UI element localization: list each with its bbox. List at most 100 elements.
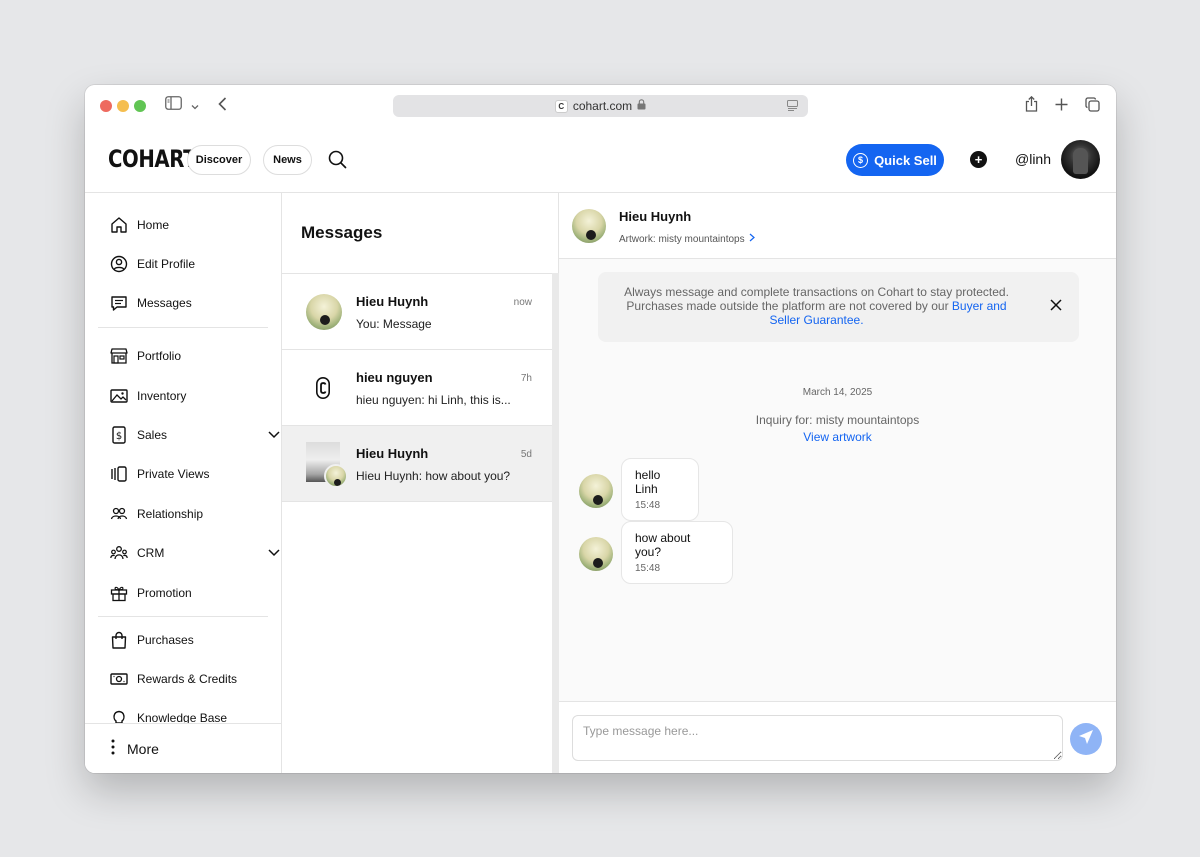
- message-bubble: hello Linh 15:48: [621, 458, 699, 521]
- sidebar-item-portfolio[interactable]: Portfolio: [109, 344, 259, 368]
- message-input[interactable]: [572, 715, 1063, 761]
- avatar: [324, 464, 348, 488]
- sidebar-item-rewards-credits[interactable]: Rewards & Credits: [109, 667, 259, 691]
- view-artwork-link[interactable]: View artwork: [559, 430, 1116, 444]
- search-icon[interactable]: [328, 150, 347, 174]
- conversation-name: Hieu Huynh: [356, 294, 429, 309]
- messages-panel: Messages Hieu Huynh now You: Message hie…: [282, 193, 559, 773]
- sidebar-item-crm[interactable]: CRM: [109, 541, 280, 565]
- chat-thread: Always message and complete transactions…: [559, 259, 1116, 701]
- group-icon: [109, 543, 129, 563]
- address-bar[interactable]: C cohart.com: [393, 95, 808, 117]
- conversation-item[interactable]: Hieu Huynh 5d Hieu Huynh: how about you?: [282, 426, 552, 502]
- home-icon: [109, 215, 129, 235]
- avatar: [579, 474, 613, 508]
- user-avatar[interactable]: [1061, 140, 1100, 179]
- discover-button[interactable]: Discover: [187, 145, 251, 175]
- more-vertical-icon: [111, 739, 115, 758]
- chat-header: Hieu Huynh Artwork: misty mountaintops: [559, 193, 1116, 259]
- sidebar-item-home[interactable]: Home: [109, 213, 259, 237]
- storefront-icon: [109, 346, 129, 366]
- send-button[interactable]: [1070, 723, 1102, 755]
- conversation-preview: hieu nguyen: hi Linh, this is...: [356, 393, 511, 407]
- conversation-item[interactable]: Hieu Huynh now You: Message: [282, 274, 552, 350]
- cohart-logo[interactable]: COHART: [108, 145, 197, 173]
- sidebar-divider: [98, 616, 268, 617]
- message-time: 15:48: [635, 563, 661, 574]
- quick-sell-button[interactable]: $ Quick Sell: [846, 144, 944, 176]
- message-time: 15:48: [635, 500, 661, 511]
- artwork-thumbnail: [306, 442, 350, 488]
- chevron-right-icon: [749, 233, 755, 245]
- username[interactable]: @linh: [1015, 151, 1051, 167]
- zoom-window-button[interactable]: [134, 100, 146, 112]
- quick-sell-label: Quick Sell: [874, 152, 937, 168]
- share-icon[interactable]: [1025, 95, 1038, 117]
- conversation-name: hieu nguyen: [356, 370, 433, 385]
- avatar: [306, 294, 342, 330]
- image-icon: [109, 386, 129, 406]
- sidebar-item-label: Portfolio: [137, 349, 182, 363]
- send-arrow-icon: [1078, 729, 1094, 750]
- sidebar-item-label: CRM: [137, 546, 165, 560]
- conversation-list: Hieu Huynh now You: Message hieu nguyen …: [282, 273, 552, 773]
- chevron-down-icon[interactable]: [267, 427, 281, 444]
- new-tab-icon[interactable]: [1055, 98, 1068, 116]
- chevron-down-icon[interactable]: [267, 545, 281, 562]
- avatar[interactable]: [572, 209, 606, 243]
- cash-icon: [109, 669, 129, 689]
- sidebar-item-purchases[interactable]: Purchases: [109, 628, 259, 652]
- lock-icon: [637, 99, 646, 113]
- more-button[interactable]: More: [111, 739, 159, 758]
- create-plus-icon[interactable]: +: [970, 151, 987, 168]
- sidebar-item-edit-profile[interactable]: Edit Profile: [109, 252, 259, 276]
- browser-toolbar: C cohart.com: [85, 85, 1116, 127]
- sidebar-item-label: Purchases: [137, 633, 194, 647]
- cohart-c-avatar: [305, 370, 341, 406]
- app-header: COHART Discover News $ Quick Sell + @lin…: [85, 127, 1116, 193]
- sidebar-item-promotion[interactable]: Promotion: [109, 581, 259, 605]
- news-button[interactable]: News: [263, 145, 312, 175]
- conversation-time: 7h: [520, 373, 532, 384]
- minimize-window-button[interactable]: [117, 100, 129, 112]
- more-label: More: [127, 740, 159, 757]
- browser-window: C cohart.com COHART Discover News $ Quic…: [85, 85, 1116, 773]
- user-circle-icon: [109, 254, 129, 274]
- site-favicon: C: [554, 99, 568, 113]
- conversation-preview: You: Message: [356, 317, 432, 331]
- conversation-time: 5d: [520, 449, 532, 460]
- url-text: cohart.com: [572, 99, 633, 113]
- back-arrow-icon[interactable]: [218, 97, 227, 116]
- artwork-label: Artwork: misty mountaintops: [619, 233, 745, 245]
- svg-text:$: $: [116, 431, 122, 442]
- sidebar-item-sales[interactable]: $ Sales: [109, 423, 280, 447]
- tab-overview-icon[interactable]: [1085, 97, 1100, 117]
- sidebar-item-label: Messages: [137, 296, 192, 310]
- sidebar-item-label: Promotion: [137, 586, 192, 600]
- sidebar-item-private-views[interactable]: Private Views: [109, 462, 259, 486]
- list-scrollbar[interactable]: [552, 273, 559, 773]
- message-bubble: how about you? 15:48: [621, 521, 733, 584]
- sidebar-item-label: Rewards & Credits: [137, 672, 238, 686]
- close-icon[interactable]: [1050, 299, 1062, 314]
- conversation-preview: Hieu Huynh: how about you?: [356, 469, 511, 483]
- sidebar-item-messages[interactable]: Messages: [109, 291, 259, 315]
- sidebar-item-label: Inventory: [137, 389, 187, 403]
- sidebar-item-label: Home: [137, 218, 170, 232]
- sidebar-item-label: Relationship: [137, 507, 204, 521]
- chevron-down-icon[interactable]: [191, 98, 199, 116]
- inquiry-text: Inquiry for: misty mountaintops: [755, 413, 920, 427]
- dollar-coin-icon: $: [853, 152, 869, 168]
- sidebar-item-inventory[interactable]: Inventory: [109, 384, 259, 408]
- reader-view-icon[interactable]: [787, 100, 798, 114]
- chat-contact-name[interactable]: Hieu Huynh: [619, 209, 691, 224]
- chat-artwork-link[interactable]: Artwork: misty mountaintops: [619, 233, 755, 245]
- people-icon: [109, 504, 129, 524]
- close-window-button[interactable]: [100, 100, 112, 112]
- bag-icon: [109, 630, 129, 650]
- sidebar-item-relationship[interactable]: Relationship: [109, 502, 259, 526]
- dollar-doc-icon: $: [109, 425, 129, 445]
- sidebar-toggle-icon[interactable]: [165, 96, 182, 115]
- conversation-item[interactable]: hieu nguyen 7h hieu nguyen: hi Linh, thi…: [282, 350, 552, 426]
- gift-icon: [109, 583, 129, 603]
